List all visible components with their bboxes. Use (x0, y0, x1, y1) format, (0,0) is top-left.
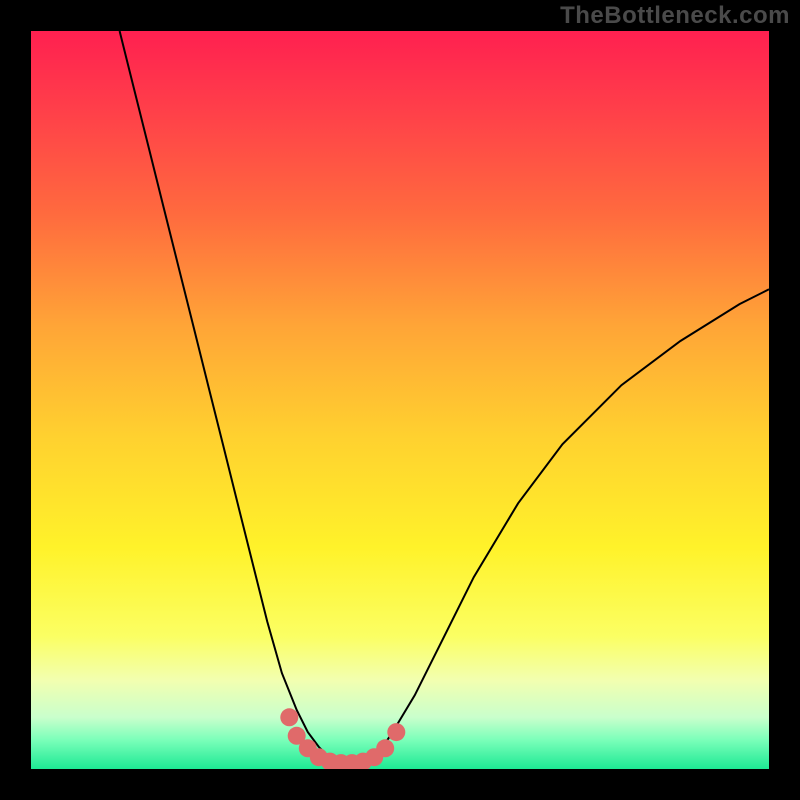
data-dot (376, 739, 394, 757)
dots-group (280, 708, 405, 769)
watermark-text: TheBottleneck.com (560, 2, 790, 30)
left-curve (120, 31, 341, 765)
plot-area (31, 31, 769, 769)
right-curve (363, 289, 769, 765)
data-dot (387, 723, 405, 741)
chart-container: TheBottleneck.com (0, 0, 800, 800)
curve-svg (31, 31, 769, 769)
data-dot (280, 708, 298, 726)
